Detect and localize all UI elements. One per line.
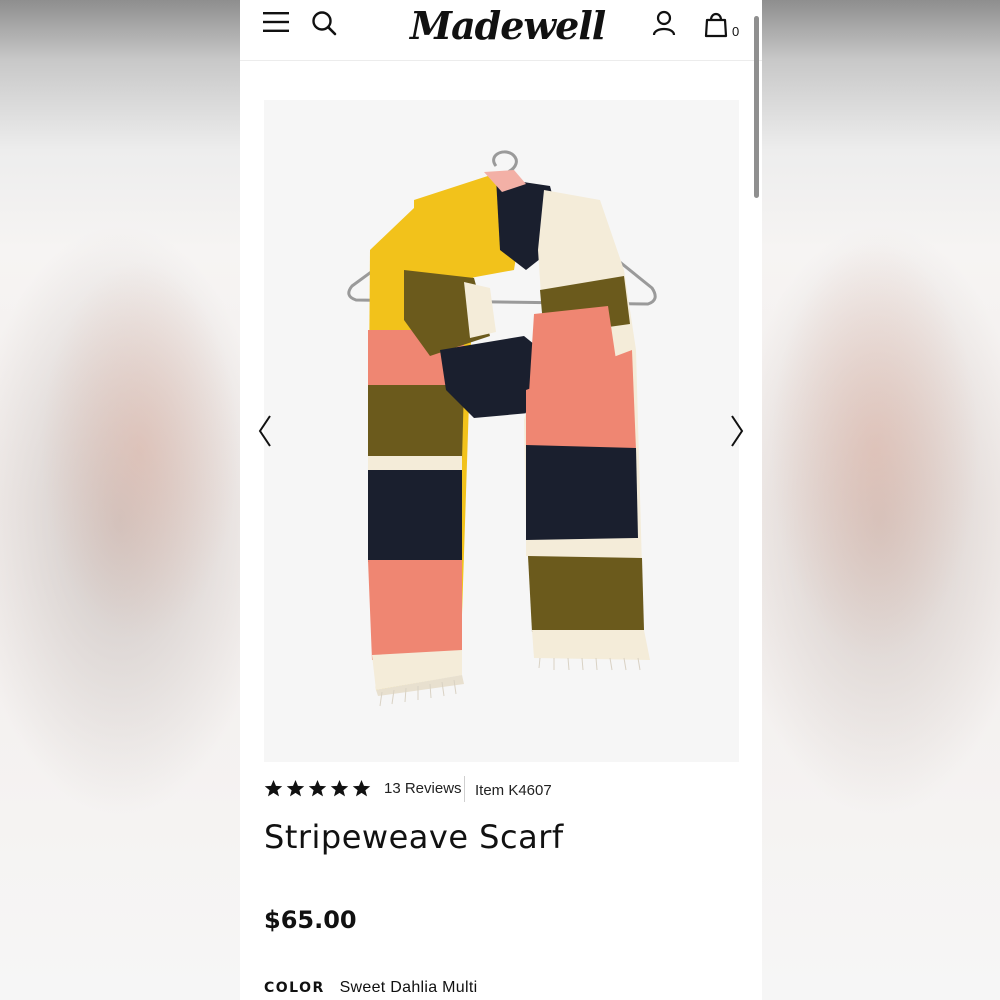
site-header: Madewell 0 (240, 0, 762, 61)
bag-icon[interactable] (704, 10, 728, 38)
product-price: $65.00 (264, 906, 357, 934)
menu-icon[interactable] (263, 11, 289, 33)
backdrop-glow-right (770, 240, 980, 660)
item-number: Item K4607 (475, 782, 552, 799)
bag-count: 0 (732, 24, 740, 39)
product-image-gallery[interactable] (258, 100, 744, 762)
scrollbar[interactable] (754, 16, 759, 198)
scarf-right-tail (524, 190, 650, 660)
chevron-left-icon[interactable] (258, 414, 274, 448)
brand-logo[interactable]: Madewell (410, 4, 606, 48)
meta-divider (464, 776, 465, 802)
product-meta-row: 13 Reviews Item K4607 (264, 776, 739, 802)
color-value: Sweet Dahlia Multi (339, 979, 478, 996)
star-icon (330, 779, 349, 797)
phone-screen: Madewell 0 13 Reviews Item K4607 Stripew… (240, 0, 762, 1000)
chevron-right-icon[interactable] (728, 414, 744, 448)
star-icon (308, 779, 327, 797)
star-icon (264, 779, 283, 797)
star-icon (286, 779, 305, 797)
color-label: COLOR (264, 980, 325, 996)
star-icon (352, 779, 371, 797)
account-icon[interactable] (652, 10, 676, 36)
backdrop-glow-left (40, 260, 240, 640)
product-title: Stripeweave Scarf (264, 818, 564, 856)
star-rating[interactable] (264, 779, 371, 798)
reviews-link[interactable]: 13 Reviews (384, 780, 462, 797)
product-image (347, 150, 657, 707)
color-row: COLOR Sweet Dahlia Multi (264, 978, 477, 997)
search-icon[interactable] (311, 10, 337, 36)
